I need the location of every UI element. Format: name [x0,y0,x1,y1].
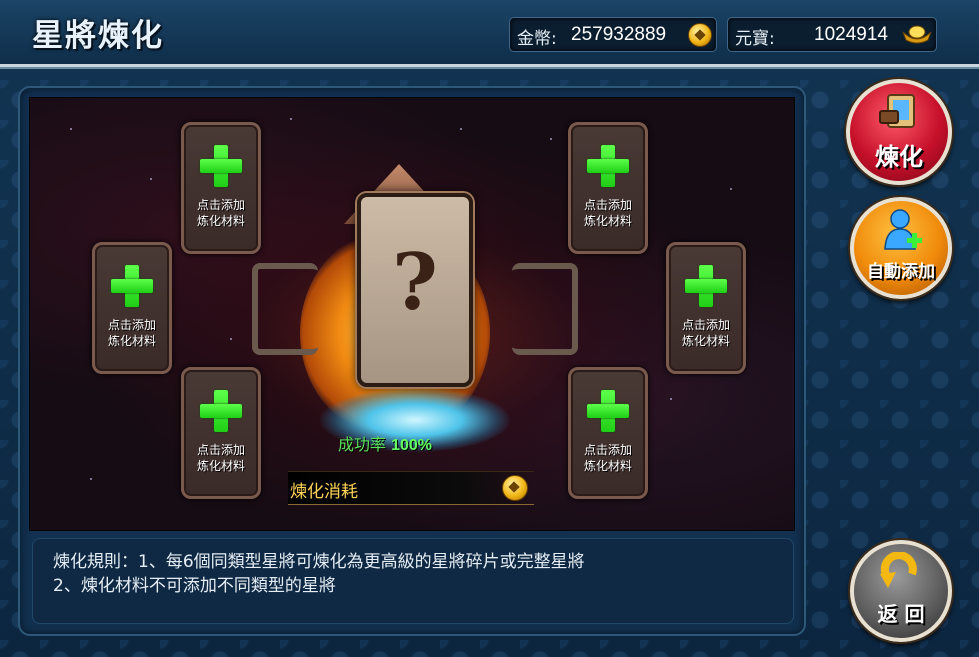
page-title: 星將煉化 [32,18,164,54]
rule-line-2: 2、煉化材料不可添加不同類型的星將 [53,576,336,596]
auto-add-person-icon [884,209,922,250]
auto-add-label: 自動添加 [867,262,935,282]
slot-label: 点击添加 炼化材料 [681,318,730,348]
refine-label: 煉化 [875,143,923,171]
refine-stage: ? 成功率 100% 煉化消耗 点击添加 炼化材料 点击添加 炼化材料 点击添加 炼化… [29,97,795,531]
refine-book-icon [879,94,915,128]
return-arrow-icon [880,552,917,588]
material-slot-5[interactable]: 点击添加 炼化材料 [181,367,261,499]
furnace-right-handle [512,263,578,355]
success-rate-label: 成功率 [338,435,387,454]
slot-label: 点击添加 炼化材料 [583,443,632,473]
result-card[interactable]: ? [357,193,473,387]
add-plus-icon [685,265,727,307]
add-plus-icon [587,145,629,187]
material-slot-1[interactable]: 点击添加 炼化材料 [181,122,261,254]
furnace-left-handle [252,263,318,355]
back-label: 返 回 [877,602,925,626]
cost-coin-icon [502,475,528,501]
add-plus-icon [587,390,629,432]
gold-coin-icon [688,23,712,47]
yuanbao-ingot-icon [902,25,932,44]
unknown-result-symbol: ? [392,237,438,328]
slot-label: 点击添加 炼化材料 [107,318,156,348]
material-slot-3[interactable]: 点击添加 炼化材料 [92,242,172,374]
slot-label: 点击添加 炼化材料 [196,198,245,228]
success-rate: 成功率 100% [338,431,432,455]
gold-currency-box: 金幣: 257932889 [509,17,717,52]
back-button[interactable]: 返 回 [850,540,952,642]
add-plus-icon [111,265,153,307]
header-bar: 星將煉化 金幣: 257932889 元寶: 1024914 [0,0,979,67]
add-plus-icon [200,390,242,432]
gold-value: 257932889 [571,24,667,45]
material-slot-6[interactable]: 点击添加 炼化材料 [568,367,648,499]
refine-rules-box: 煉化規則：1、每6個同類型星將可煉化為更高級的星將碎片或完整星將 2、煉化材料不… [32,538,794,624]
yuanbao-label: 元寶: [735,29,775,49]
add-plus-icon [200,145,242,187]
success-rate-value: 100% [391,437,433,454]
yuanbao-currency-box: 元寶: 1024914 [727,17,937,52]
refine-button[interactable]: 煉化 [846,79,952,185]
yuanbao-value: 1024914 [814,24,888,45]
rule-line-1: 煉化規則：1、每6個同類型星將可煉化為更高級的星將碎片或完整星將 [53,552,585,572]
gold-label: 金幣: [517,29,557,49]
material-slot-2[interactable]: 点击添加 炼化材料 [568,122,648,254]
slot-label: 点击添加 炼化材料 [583,198,632,228]
auto-add-button[interactable]: 自動添加 [850,197,952,299]
refine-cost-bar: 煉化消耗 [288,471,534,505]
refine-cost-label: 煉化消耗 [290,482,358,502]
slot-label: 点击添加 炼化材料 [196,443,245,473]
material-slot-4[interactable]: 点击添加 炼化材料 [666,242,746,374]
